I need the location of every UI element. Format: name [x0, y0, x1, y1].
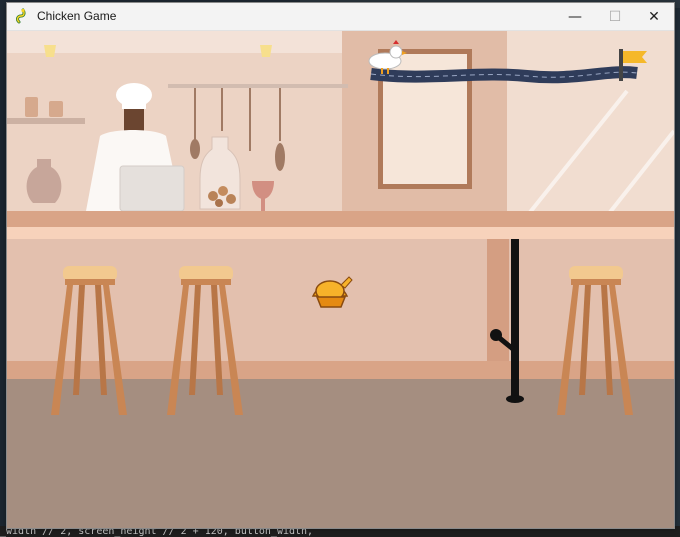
game-canvas[interactable]: [7, 31, 674, 528]
cup-icon: [25, 97, 38, 117]
bar-kick: [7, 361, 674, 379]
wall-shelf: [7, 118, 85, 124]
ladle-icon: [275, 143, 285, 171]
utensil-rail: [168, 84, 348, 88]
bar-top: [7, 227, 674, 239]
window-title: Chicken Game: [37, 9, 117, 23]
pygame-snake-icon: [16, 8, 26, 24]
lamp-icon: [260, 45, 272, 57]
game-window[interactable]: Chicken Game — ☐ ✕: [6, 2, 675, 529]
spoon-icon: [190, 139, 200, 159]
window-pane: [507, 31, 674, 231]
title-bar[interactable]: Chicken Game — ☐ ✕: [7, 3, 674, 31]
minimize-button[interactable]: —: [555, 3, 595, 30]
lamp-icon: [44, 45, 56, 57]
cup-icon: [49, 101, 63, 117]
laptop-icon: [119, 165, 185, 212]
bar-column: [487, 239, 509, 379]
close-button[interactable]: ✕: [634, 3, 674, 30]
floor: [7, 379, 674, 528]
maximize-button[interactable]: ☐: [595, 3, 635, 30]
